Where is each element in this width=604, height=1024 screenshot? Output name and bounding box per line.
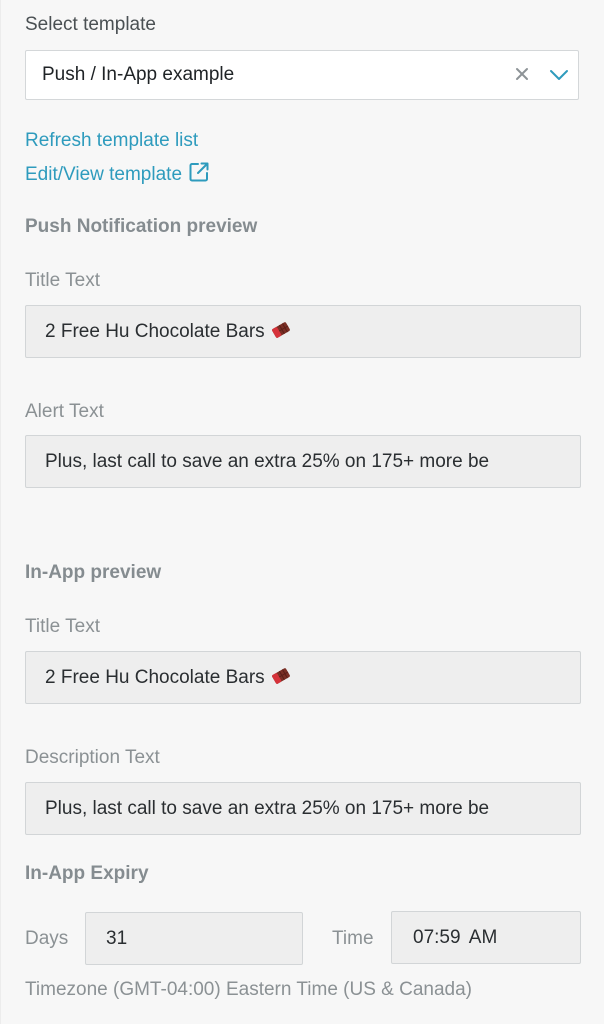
inapp-preview-heading: In-App preview [25, 562, 162, 583]
inapp-expiry-heading: In-App Expiry [25, 863, 149, 884]
inapp-title-value-wrap: 2 Free Hu Chocolate Bars [45, 667, 291, 689]
chocolate-bar-icon [271, 322, 290, 338]
push-preview-heading: Push Notification preview [25, 216, 258, 237]
inapp-description-field: Plus, last call to save an extra 25% on … [25, 782, 581, 835]
chocolate-bar-icon [271, 668, 290, 684]
push-title-value-wrap: 2 Free Hu Chocolate Bars [45, 321, 291, 343]
clear-icon[interactable] [513, 65, 531, 83]
inapp-title-field: 2 Free Hu Chocolate Bars [25, 651, 581, 704]
select-template-label: Select template [25, 14, 156, 35]
time-field: 07:59 AM [391, 911, 581, 964]
time-value: 07:59 AM [413, 927, 498, 948]
inapp-title-value: 2 Free Hu Chocolate Bars [45, 667, 265, 688]
push-alert-value: Plus, last call to save an extra 25% on … [45, 451, 490, 472]
days-field: 31 [85, 912, 303, 965]
panel-edge-divider [0, 0, 1, 1024]
inapp-description-value: Plus, last call to save an extra 25% on … [45, 798, 490, 819]
push-title-label: Title Text [25, 270, 100, 291]
edit-view-template-label: Edit/View template [25, 164, 183, 185]
timezone-text: Timezone (GMT-04:00) Eastern Time (US & … [25, 979, 473, 1000]
inapp-description-label: Description Text [25, 747, 160, 768]
time-label: Time [332, 928, 374, 949]
template-select[interactable]: Push / In-App example [25, 50, 579, 100]
external-link-icon [189, 162, 209, 182]
message-template-panel: Select template Push / In-App example Re… [0, 0, 604, 1024]
inapp-title-label: Title Text [25, 616, 100, 637]
days-value: 31 [106, 928, 128, 949]
push-alert-field: Plus, last call to save an extra 25% on … [25, 435, 581, 488]
refresh-template-list-link[interactable]: Refresh template list [25, 130, 198, 152]
chevron-down-icon[interactable] [548, 65, 570, 85]
push-alert-label: Alert Text [25, 401, 104, 422]
template-select-value: Push / In-App example [42, 64, 235, 85]
days-label: Days [25, 928, 69, 949]
push-title-value: 2 Free Hu Chocolate Bars [45, 321, 265, 342]
edit-view-template-link[interactable]: Edit/View template [25, 161, 210, 186]
push-title-field: 2 Free Hu Chocolate Bars [25, 305, 581, 358]
